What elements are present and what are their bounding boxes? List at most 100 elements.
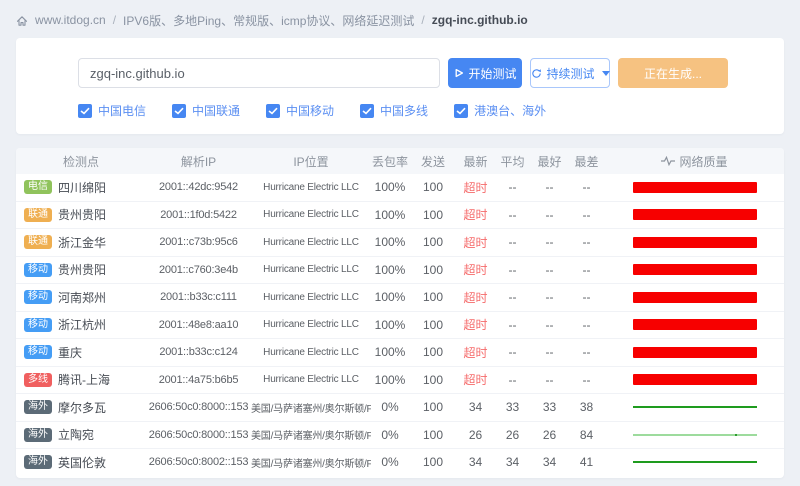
packet-loss-bar: [633, 209, 757, 220]
latest-ping: 超时: [457, 371, 494, 388]
generating-button: 正在生成...: [618, 58, 728, 88]
sent-count: 100: [409, 400, 457, 414]
quality-cell: [605, 406, 784, 408]
checkbox-overseas[interactable]: 港澳台、海外: [454, 102, 546, 119]
node-city: 四川绵阳: [58, 179, 106, 196]
quality-cell: [605, 182, 784, 193]
node-city: 重庆: [58, 344, 82, 361]
carrier-tag: 移动: [24, 318, 52, 332]
ip-location: Hurricane Electric LLC: [251, 209, 371, 220]
continuous-test-button[interactable]: 持续测试: [530, 58, 610, 88]
table-row: 海外 立陶宛 2606:50c0:8000::153 美国/马萨诸塞州/奥尔斯顿…: [16, 421, 784, 449]
table-row: 海外 摩尔多瓦 2606:50c0:8000::153 美国/马萨诸塞州/奥尔斯…: [16, 393, 784, 421]
carrier-tag: 移动: [24, 345, 52, 359]
best-ping: --: [531, 235, 568, 249]
ip-location: 美国/马萨诸塞州/奥尔斯顿/Fastly, Inc.: [251, 400, 371, 415]
refresh-icon: [531, 68, 542, 79]
quality-cell: [605, 237, 784, 248]
test-panel: 开始测试 持续测试 正在生成... 中国电信 中国联通 中国移动 中国多线: [16, 38, 784, 134]
best-ping: --: [531, 263, 568, 277]
carrier-tag: 电信: [24, 180, 52, 194]
caret-down-icon: [602, 71, 610, 76]
checkbox-china-unicom[interactable]: 中国联通: [172, 102, 240, 119]
carrier-tag: 移动: [24, 290, 52, 304]
target-host-input[interactable]: [78, 58, 440, 88]
quality-cell: [605, 209, 784, 220]
sent-count: 100: [409, 180, 457, 194]
sent-count: 100: [409, 208, 457, 222]
loss-rate: 100%: [371, 235, 409, 249]
node-city: 浙江金华: [58, 234, 106, 251]
worst-ping: --: [568, 373, 605, 387]
sent-count: 100: [409, 428, 457, 442]
node-city: 摩尔多瓦: [58, 399, 106, 416]
worst-ping: --: [568, 345, 605, 359]
worst-ping: --: [568, 263, 605, 277]
carrier-tag: 海外: [24, 428, 52, 442]
ip-location: Hurricane Electric LLC: [251, 182, 371, 193]
ip-location: Hurricane Electric LLC: [251, 237, 371, 248]
header-resolved-ip: 解析IP: [146, 153, 251, 170]
resolved-ip: 2606:50c0:8000::153: [146, 401, 251, 413]
loss-rate: 100%: [371, 345, 409, 359]
header-ip-location: IP位置: [251, 153, 371, 170]
worst-ping: 38: [568, 400, 605, 414]
packet-loss-bar: [633, 319, 757, 330]
carrier-tag: 多线: [24, 373, 52, 387]
sent-count: 100: [409, 290, 457, 304]
latest-ping: 26: [457, 428, 494, 442]
breadcrumb-current: zgq-inc.github.io: [432, 13, 528, 27]
resolved-ip: 2606:50c0:8002::153: [146, 456, 251, 468]
avg-ping: --: [494, 345, 531, 359]
ip-location: Hurricane Electric LLC: [251, 374, 371, 385]
avg-ping: --: [494, 180, 531, 194]
loss-rate: 100%: [371, 208, 409, 222]
isp-filter-row: 中国电信 中国联通 中国移动 中国多线 港澳台、海外: [78, 102, 728, 119]
header-sent: 发送: [409, 153, 457, 170]
loss-rate: 0%: [371, 455, 409, 469]
table-row: 多线 腾讯-上海 2001::4a75:b6b5 Hurricane Elect…: [16, 366, 784, 394]
sent-count: 100: [409, 235, 457, 249]
carrier-tag: 联通: [24, 208, 52, 222]
breadcrumb-category: IPV6版、多地Ping、常规版、icmp协议、网络延迟测试: [123, 12, 414, 29]
latency-sparkline: [633, 434, 757, 436]
header-node: 检测点: [16, 153, 146, 170]
quality-cell: [605, 319, 784, 330]
header-best: 最好: [531, 153, 568, 170]
avg-ping: --: [494, 235, 531, 249]
loss-rate: 100%: [371, 318, 409, 332]
breadcrumb-site-link[interactable]: www.itdog.cn: [35, 13, 106, 27]
packet-loss-bar: [633, 347, 757, 358]
loss-rate: 0%: [371, 428, 409, 442]
worst-ping: --: [568, 318, 605, 332]
packet-loss-bar: [633, 237, 757, 248]
checkbox-checked-icon: [360, 104, 374, 118]
sent-count: 100: [409, 345, 457, 359]
breadcrumb-separator: /: [421, 13, 424, 27]
latest-ping: 超时: [457, 261, 494, 278]
quality-cell: [605, 292, 784, 303]
table-row: 电信 四川绵阳 2001::42dc:9542 Hurricane Electr…: [16, 174, 784, 201]
worst-ping: 84: [568, 428, 605, 442]
checkbox-china-telecom[interactable]: 中国电信: [78, 102, 146, 119]
resolved-ip: 2001::c760:3e4b: [146, 264, 251, 276]
checkbox-china-mobile[interactable]: 中国移动: [266, 102, 334, 119]
table-row: 联通 浙江金华 2001::c73b:95c6 Hurricane Electr…: [16, 228, 784, 256]
avg-ping: --: [494, 373, 531, 387]
table-body: 电信 四川绵阳 2001::42dc:9542 Hurricane Electr…: [16, 174, 784, 476]
carrier-tag: 海外: [24, 400, 52, 414]
avg-ping: --: [494, 263, 531, 277]
latest-ping: 超时: [457, 289, 494, 306]
quality-cell: [605, 461, 784, 463]
best-ping: 33: [531, 400, 568, 414]
header-network-quality: 网络质量: [605, 153, 784, 170]
resolved-ip: 2001::42dc:9542: [146, 181, 251, 193]
loss-rate: 100%: [371, 290, 409, 304]
start-test-button[interactable]: 开始测试: [448, 58, 522, 88]
checkbox-china-multiline[interactable]: 中国多线: [360, 102, 428, 119]
ip-location: 美国/马萨诸塞州/奥尔斯顿/Fastly, Inc.: [251, 427, 371, 442]
ip-location: Hurricane Electric LLC: [251, 292, 371, 303]
node-city: 贵州贵阳: [58, 206, 106, 223]
breadcrumb: www.itdog.cn / IPV6版、多地Ping、常规版、icmp协议、网…: [0, 0, 800, 29]
node-city: 河南郑州: [58, 289, 106, 306]
